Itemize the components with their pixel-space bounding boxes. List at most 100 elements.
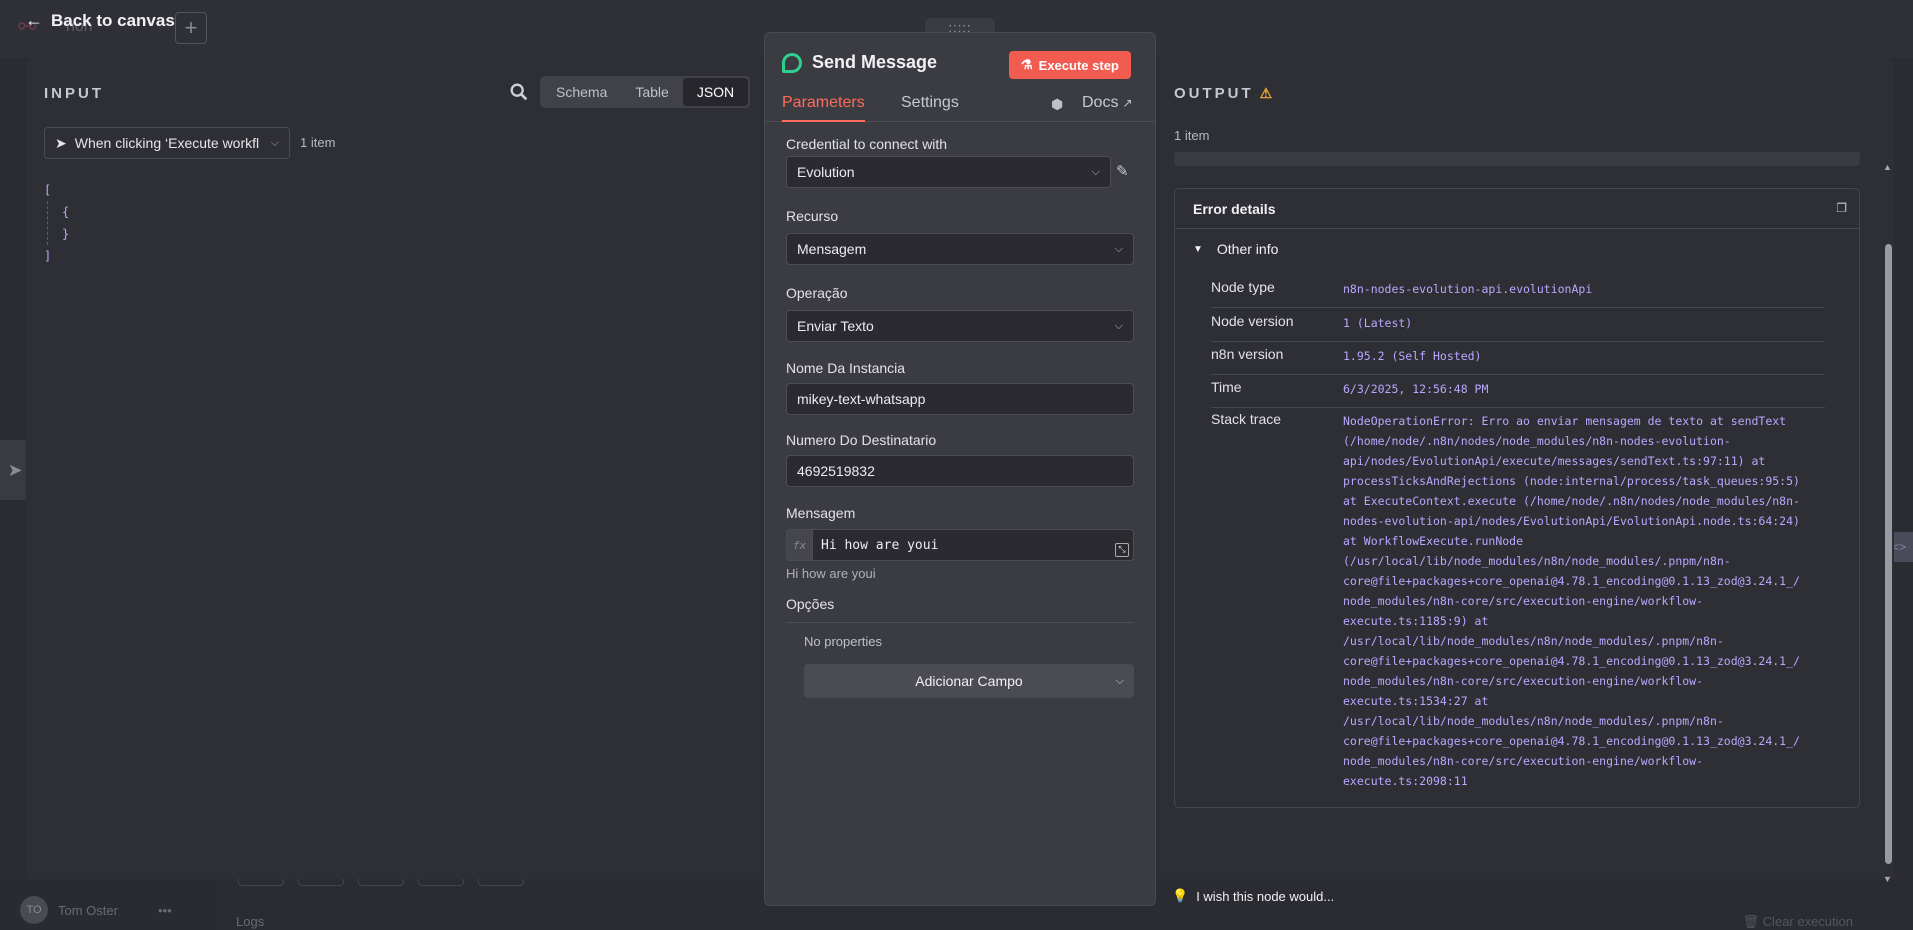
other-info-toggle[interactable]: ▼ Other info	[1193, 241, 1278, 257]
mensagem-value: Hi how are youi	[821, 537, 939, 553]
package-icon[interactable]: ⬢	[1051, 96, 1063, 113]
chevron-down-icon: ⌵	[1091, 165, 1100, 178]
feedback-link[interactable]: 💡 I wish this node would...	[1172, 888, 1334, 904]
docs-link[interactable]: Docs ↗	[1082, 94, 1133, 112]
chevron-down-icon: ⌵	[1114, 242, 1123, 255]
instancia-input[interactable]: mikey-text-whatsapp	[786, 383, 1134, 415]
feedback-label: I wish this node would...	[1196, 888, 1335, 904]
back-to-canvas-label: Back to canvas	[51, 10, 175, 30]
instancia-label: Nome Da Instancia	[786, 360, 906, 376]
credential-value: Evolution	[797, 164, 855, 180]
add-field-button[interactable]: Adicionar Campo ⌵	[804, 664, 1134, 698]
scroll-up-icon[interactable]: ▲	[1883, 162, 1892, 172]
expand-icon[interactable]: ⤡	[1115, 543, 1129, 557]
opcoes-label: Opções	[786, 596, 1134, 623]
json-view: [ { } ]	[44, 179, 69, 267]
operacao-value: Enviar Texto	[797, 318, 874, 334]
docs-label: Docs	[1082, 94, 1119, 111]
operacao-label: Operação	[786, 285, 848, 301]
chevron-down-icon: ⌵	[1115, 674, 1124, 687]
credential-select[interactable]: Evolution ⌵	[786, 156, 1111, 188]
stack-trace-value: NodeOperationError: Erro ao enviar mensa…	[1343, 414, 1800, 788]
stack-trace-label: Stack trace	[1211, 411, 1282, 427]
input-node-select-value: When clicking ‘Execute workfl	[74, 135, 260, 151]
view-mode-table[interactable]: Table	[621, 78, 682, 106]
chevron-down-icon: ⌵	[1114, 319, 1123, 332]
clear-execution-button[interactable]: 🗑 Clear execution	[1743, 914, 1853, 930]
info-key: n8n version	[1211, 346, 1284, 362]
numero-input[interactable]: 4692519832	[786, 455, 1134, 487]
back-to-canvas-button[interactable]: ← Back to canvas	[25, 10, 175, 31]
execute-step-label: Execute step	[1038, 57, 1119, 73]
input-title: INPUT	[44, 85, 104, 102]
info-key: Node type	[1211, 279, 1275, 295]
output-previous-card	[1174, 152, 1860, 166]
add-button[interactable]: +	[175, 12, 207, 44]
chat-bubble-icon	[782, 52, 802, 73]
node-header: Send Message	[782, 52, 937, 73]
json-line: {	[62, 205, 70, 219]
mensagem-label: Mensagem	[786, 505, 856, 521]
mensagem-expression-input[interactable]: fx Hi how are youi ⤡	[786, 529, 1134, 561]
clear-execution-label: Clear execution	[1762, 914, 1853, 929]
info-key: Node version	[1211, 313, 1294, 329]
flask-icon: ⚗	[1021, 57, 1033, 72]
logs-label[interactable]: Logs	[236, 914, 264, 929]
search-icon[interactable]	[508, 81, 530, 103]
execute-step-button[interactable]: ⚗ Execute step	[1009, 51, 1131, 79]
input-item-count: 1 item	[300, 135, 336, 150]
recurso-label: Recurso	[786, 208, 839, 224]
view-mode-toggle: Schema Table JSON	[540, 76, 751, 108]
arrow-left-icon: ←	[25, 10, 43, 30]
user-name: Tom Oster	[58, 902, 118, 918]
external-link-icon: ↗	[1122, 96, 1133, 110]
tab-parameters[interactable]: Parameters	[782, 94, 865, 122]
numero-value: 4692519832	[797, 463, 875, 479]
recurso-select[interactable]: Mensagem ⌵	[786, 233, 1134, 265]
scroll-down-icon[interactable]: ▼	[1883, 874, 1892, 884]
add-field-label: Adicionar Campo	[915, 673, 1023, 689]
more-icon[interactable]: •••	[158, 903, 172, 918]
error-details-title: Error details	[1175, 189, 1859, 229]
info-value: 1 (Latest)	[1343, 316, 1413, 330]
info-key: Time	[1211, 379, 1242, 395]
info-value: 1.95.2 (Self Hosted)	[1343, 349, 1482, 363]
view-mode-schema[interactable]: Schema	[542, 78, 621, 106]
copy-icon[interactable]: ❐	[1836, 201, 1847, 215]
output-header: OUTPUT ⚠	[1174, 85, 1272, 102]
view-mode-json[interactable]: JSON	[682, 78, 749, 106]
tab-settings[interactable]: Settings	[901, 94, 959, 120]
output-item-count: 1 item	[1174, 128, 1210, 143]
instancia-value: mikey-text-whatsapp	[797, 391, 926, 407]
json-line: ]	[44, 249, 52, 263]
info-row: n8n version 1.95.2 (Self Hosted)	[1211, 346, 1825, 375]
node-name[interactable]: Send Message	[812, 52, 937, 73]
other-info-label: Other info	[1216, 241, 1279, 257]
stack-trace-row: Stack trace NodeOperationError: Erro ao …	[1211, 411, 1825, 799]
pencil-icon[interactable]: ✎	[1116, 162, 1129, 180]
avatar: TO	[20, 896, 48, 924]
numero-label: Numero Do Destinatario	[786, 432, 937, 448]
user-menu[interactable]: TO Tom Oster •••	[20, 896, 172, 924]
cursor-icon: ➤	[55, 134, 67, 151]
output-title: OUTPUT	[1174, 85, 1254, 102]
input-panel: INPUT Schema Table JSON ➤ When clicking …	[26, 59, 762, 879]
scroll-thumb[interactable]	[1885, 244, 1892, 864]
recurso-value: Mensagem	[797, 241, 867, 257]
json-line: }	[62, 227, 70, 241]
info-row: Node type n8n-nodes-evolution-api.evolut…	[1211, 279, 1825, 308]
json-line: [	[44, 183, 52, 197]
info-value: n8n-nodes-evolution-api.evolutionApi	[1343, 282, 1593, 296]
info-value: 6/3/2025, 12:56:48 PM	[1343, 382, 1489, 396]
lightbulb-icon: 💡	[1172, 888, 1189, 903]
mensagem-preview: Hi how are youi	[786, 566, 876, 581]
output-scrollbar[interactable]: ▲ ▼	[1882, 160, 1894, 884]
operacao-select[interactable]: Enviar Texto ⌵	[786, 310, 1134, 342]
chevron-down-icon: ▼	[1193, 243, 1203, 255]
no-properties-text: No properties	[804, 634, 883, 649]
fx-icon: fx	[787, 530, 813, 560]
warning-triangle-icon: ⚠	[1259, 85, 1273, 101]
credential-label: Credential to connect with	[786, 136, 948, 152]
input-node-select[interactable]: ➤ When clicking ‘Execute workfl ⌵	[44, 127, 290, 159]
info-row: Node version 1 (Latest)	[1211, 313, 1825, 342]
